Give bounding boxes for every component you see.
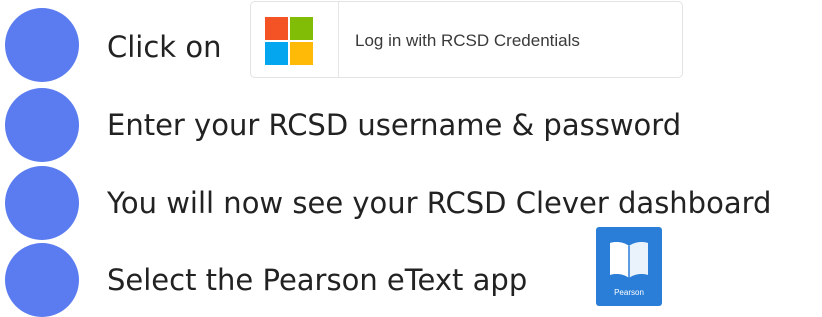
microsoft-logo-icon — [265, 17, 313, 65]
step-4-text: Select the Pearson eText app — [107, 263, 528, 297]
step-2-marker — [5, 88, 79, 162]
step-3-marker — [5, 166, 79, 240]
step-3-text: You will now see your RCSD Clever dashbo… — [107, 186, 772, 220]
login-with-rcsd-credentials-button[interactable]: Log in with RCSD Credentials — [250, 1, 683, 78]
open-book-icon — [610, 242, 648, 278]
pearson-etext-app-tile[interactable]: Pearson — [596, 227, 662, 306]
step-1-text: Click on — [107, 30, 222, 64]
login-button-label: Log in with RCSD Credentials — [355, 31, 580, 50]
login-button-divider — [338, 2, 339, 77]
step-2-text: Enter your RCSD username & password — [107, 108, 682, 142]
step-1-marker — [5, 8, 79, 82]
app-tile-name: Pearson — [614, 288, 644, 297]
